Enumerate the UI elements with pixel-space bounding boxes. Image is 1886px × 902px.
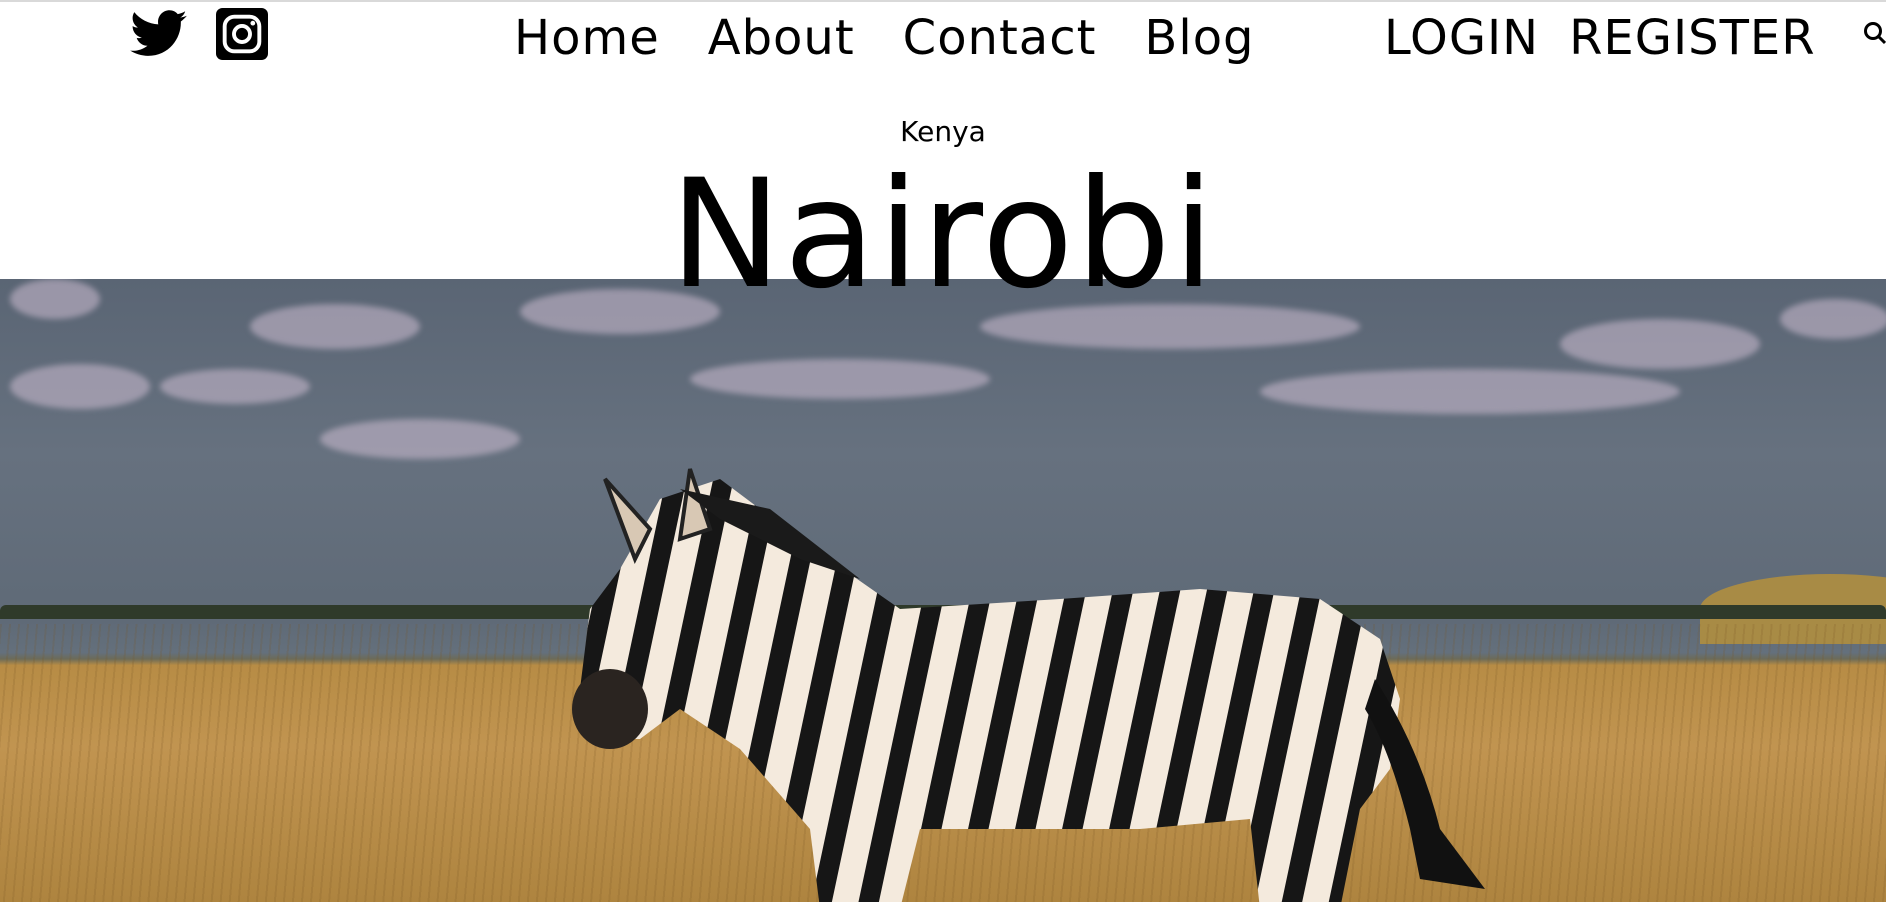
twitter-icon[interactable]: [130, 10, 188, 62]
login-link[interactable]: LOGIN: [1384, 6, 1539, 70]
register-link[interactable]: REGISTER: [1569, 6, 1816, 70]
main-nav: Home About Contact Blog: [514, 6, 1255, 70]
social-links: [130, 8, 268, 64]
search-icon[interactable]: [1862, 18, 1886, 52]
nav-blog-link[interactable]: Blog: [1144, 6, 1254, 70]
nav-contact-link[interactable]: Contact: [903, 6, 1097, 70]
hero-image: [0, 279, 1886, 902]
nav-about-link[interactable]: About: [708, 6, 855, 70]
country-label: Kenya: [900, 115, 986, 148]
top-border: [0, 0, 1886, 2]
zebra-illustration: [572, 468, 1485, 902]
nav-home-link[interactable]: Home: [514, 6, 660, 70]
auth-links: LOGIN REGISTER: [1384, 6, 1816, 70]
city-title: Nairobi: [669, 148, 1217, 322]
instagram-icon[interactable]: [216, 8, 268, 64]
